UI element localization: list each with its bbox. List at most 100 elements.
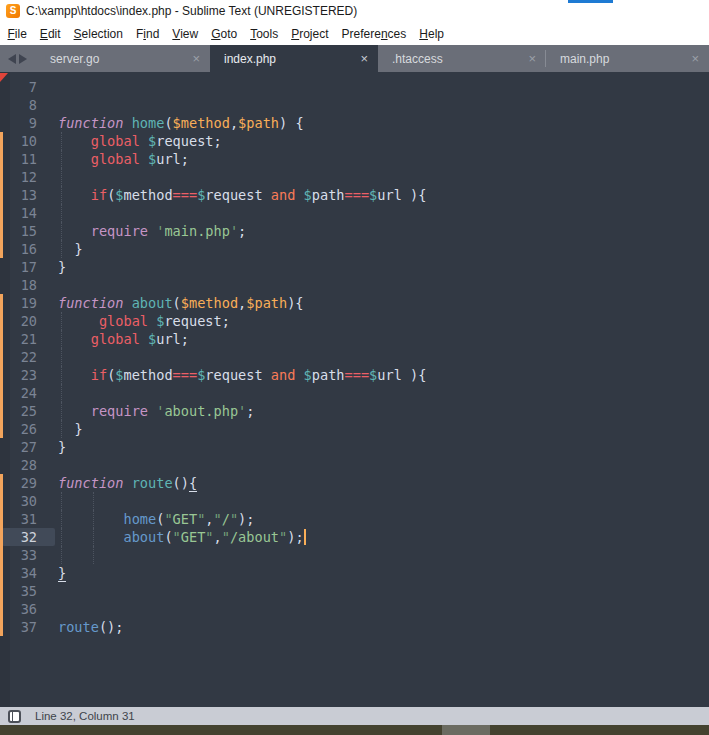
code-line-35: 35 xyxy=(0,582,709,600)
line-number: 24 xyxy=(0,384,37,402)
line-number: 36 xyxy=(0,600,37,618)
line-number: 25 xyxy=(0,402,37,420)
indent-guide xyxy=(61,348,62,366)
close-tab-icon[interactable]: × xyxy=(528,45,536,72)
title-bar: S C:\xampp\htdocs\index.php - Sublime Te… xyxy=(0,0,709,22)
indent-guide xyxy=(61,492,62,510)
line-number: 16 xyxy=(0,240,37,258)
code-line-15: 15 require 'main.php'; xyxy=(0,222,709,240)
indent-guide xyxy=(93,492,94,510)
code-line-30: 30 xyxy=(0,492,709,510)
tab-index.php[interactable]: index.php × xyxy=(210,45,378,72)
modified-lines-marker xyxy=(0,474,3,636)
code-line-13: 13 if($method===$request and $path===$ur… xyxy=(0,186,709,204)
taskbar-segment xyxy=(442,725,490,735)
indent-guide xyxy=(61,204,62,222)
prev-tab-icon[interactable] xyxy=(8,54,16,64)
code-line-32: 32 about("GET","/about"); xyxy=(0,528,709,546)
modified-lines-marker xyxy=(0,132,3,258)
line-number: 14 xyxy=(0,204,37,222)
line-number: 26 xyxy=(0,420,37,438)
line-number: 10 xyxy=(0,132,37,150)
code-line-20: 20 global $request; xyxy=(0,312,709,330)
panel-toggle-icon[interactable] xyxy=(8,710,21,723)
line-number: 12 xyxy=(0,168,37,186)
line-number: 9 xyxy=(0,114,37,132)
line-number: 32 xyxy=(0,528,37,546)
line-number: 8 xyxy=(0,96,37,114)
line-number: 18 xyxy=(0,276,37,294)
code-line-17: 17} xyxy=(0,258,709,276)
tab-server.go[interactable]: server.go × xyxy=(36,45,210,72)
editor[interactable]: 789function home($method,$path) {10 glob… xyxy=(0,72,709,707)
line-number: 30 xyxy=(0,492,37,510)
next-tab-icon[interactable] xyxy=(19,54,27,64)
line-number: 22 xyxy=(0,348,37,366)
code-line-19: 19function about($method,$path){ xyxy=(0,294,709,312)
line-number: 19 xyxy=(0,294,37,312)
line-number: 31 xyxy=(0,510,37,528)
menu-goto[interactable]: Goto xyxy=(205,27,244,41)
code-line-27: 27} xyxy=(0,438,709,456)
taskbar-strip xyxy=(0,725,709,735)
indent-guide xyxy=(61,384,62,402)
line-number: 11 xyxy=(0,150,37,168)
code-line-26: 26 } xyxy=(0,420,709,438)
code-line-14: 14 xyxy=(0,204,709,222)
close-tab-icon[interactable]: × xyxy=(360,45,368,72)
line-number: 13 xyxy=(0,186,37,204)
code-line-11: 11 global $url; xyxy=(0,150,709,168)
line-number: 37 xyxy=(0,618,37,636)
code-line-33: 33 xyxy=(0,546,709,564)
menu-preferences[interactable]: Preferences xyxy=(335,27,413,41)
menu-edit[interactable]: Edit xyxy=(33,27,67,41)
line-number: 21 xyxy=(0,330,37,348)
menu-file[interactable]: File xyxy=(1,27,33,41)
code-line-37: 37route(); xyxy=(0,618,709,636)
tab-main.php[interactable]: main.php × xyxy=(546,45,709,72)
code-line-28: 28 xyxy=(0,456,709,474)
close-tab-icon[interactable]: × xyxy=(192,45,200,72)
line-number: 28 xyxy=(0,456,37,474)
menu-help[interactable]: Help xyxy=(413,27,451,41)
menu-bar: FileEditSelectionFindViewGotoToolsProjec… xyxy=(1,22,709,45)
code-line-9: 9function home($method,$path) { xyxy=(0,114,709,132)
tab-label: main.php xyxy=(560,52,609,66)
code-line-12: 12 xyxy=(0,168,709,186)
tab-.htaccess[interactable]: .htaccess× xyxy=(378,45,546,72)
caret-position: Line 32, Column 31 xyxy=(35,707,135,725)
code-line-36: 36 xyxy=(0,600,709,618)
code-line-16: 16 } xyxy=(0,240,709,258)
code-line-8: 8 xyxy=(0,96,709,114)
line-number: 17 xyxy=(0,258,37,276)
menu-selection[interactable]: Selection xyxy=(67,27,129,41)
tab-label: server.go xyxy=(50,52,99,66)
code-line-18: 18 xyxy=(0,276,709,294)
line-number: 23 xyxy=(0,366,37,384)
menu-tools[interactable]: Tools xyxy=(244,27,285,41)
indent-guide xyxy=(93,546,94,564)
menu-find[interactable]: Find xyxy=(129,27,165,41)
code-line-24: 24 xyxy=(0,384,709,402)
close-tab-icon[interactable]: × xyxy=(691,45,699,72)
code-line-31: 31 home("GET","/"); xyxy=(0,510,709,528)
indent-guide xyxy=(61,168,62,186)
code-line-29: 29function route(){ xyxy=(0,474,709,492)
line-number: 20 xyxy=(0,312,37,330)
menu-view[interactable]: View xyxy=(166,27,205,41)
line-number: 33 xyxy=(0,546,37,564)
indent-guide xyxy=(61,546,62,564)
menu-project[interactable]: Project xyxy=(285,27,335,41)
text-cursor xyxy=(304,529,306,545)
window-title: C:\xampp\htdocs\index.php - Sublime Text… xyxy=(26,0,357,22)
code-line-34: 34} xyxy=(0,564,709,582)
code-line-10: 10 global $request; xyxy=(0,132,709,150)
tab-nav-arrows xyxy=(8,45,27,72)
line-number: 15 xyxy=(0,222,37,240)
tab-label: index.php xyxy=(224,52,276,66)
code-line-21: 21 global $url; xyxy=(0,330,709,348)
status-bar: Line 32, Column 31 xyxy=(0,707,709,725)
line-number: 35 xyxy=(0,582,37,600)
background-window-sliver xyxy=(568,0,613,3)
code-line-22: 22 xyxy=(0,348,709,366)
